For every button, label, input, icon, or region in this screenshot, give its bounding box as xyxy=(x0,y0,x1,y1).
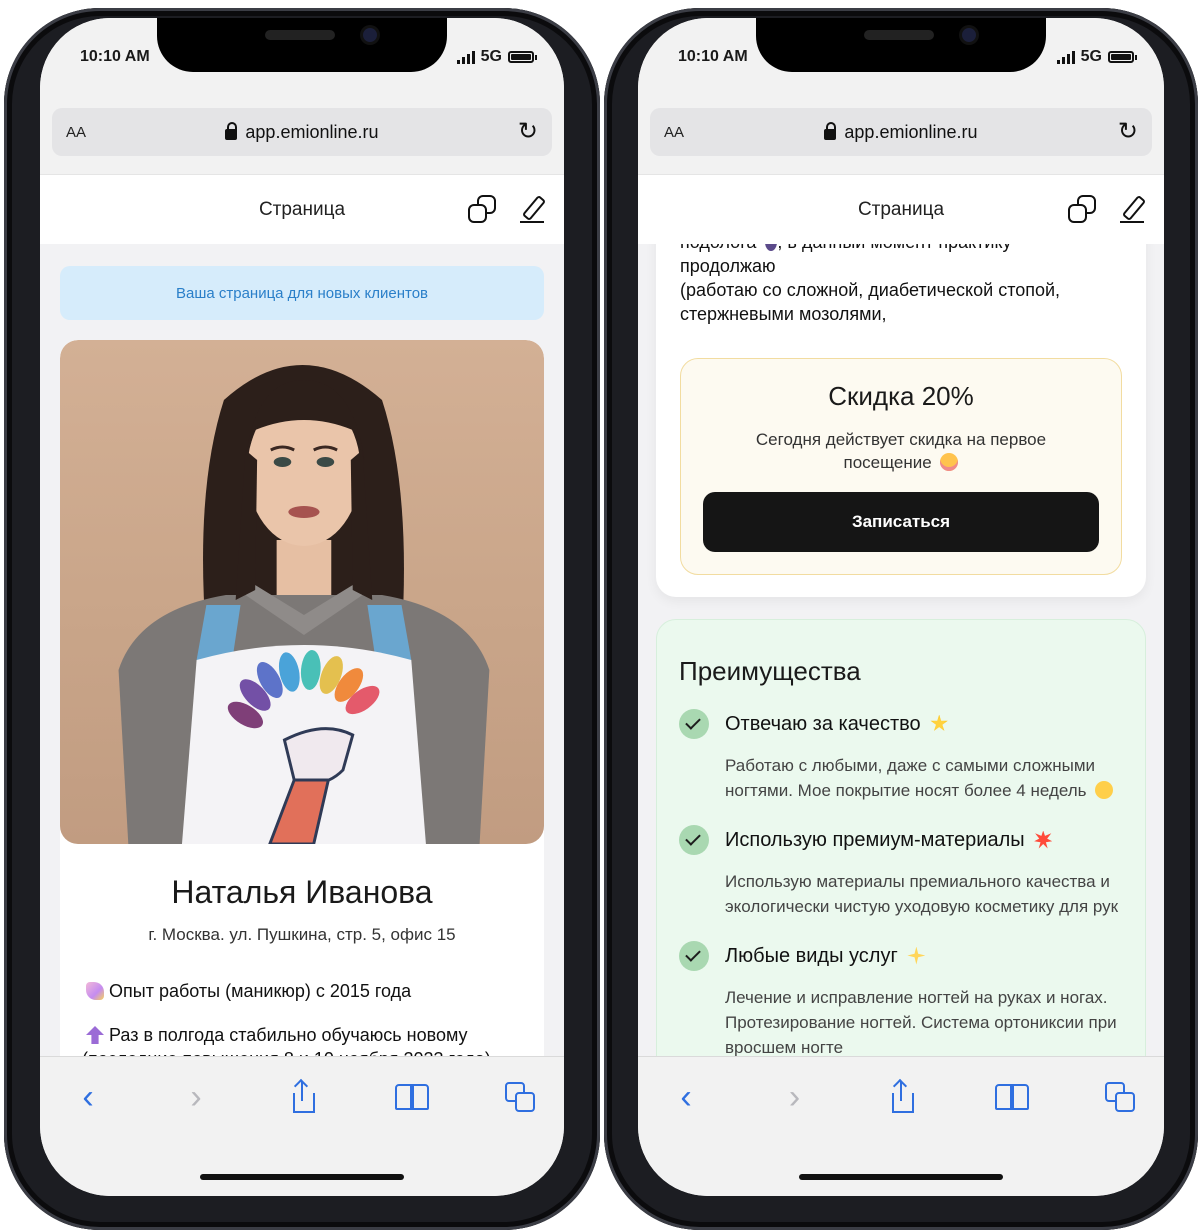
page-content-right: подолога , в данный момент практику прод… xyxy=(638,244,1164,1056)
phone-frame-right: 10:10 AM 5G AA app.emionline.ru ↻ Страни… xyxy=(604,8,1198,1230)
advantage-item: Любые виды услуг Лечение и исправление н… xyxy=(679,941,1123,1056)
advantage-title: Любые виды услуг xyxy=(725,945,926,968)
discount-title: Скидка 20% xyxy=(828,381,974,411)
tabs-button[interactable] xyxy=(502,1079,538,1115)
status-time: 10:10 AM xyxy=(80,48,150,65)
app-header: Страница xyxy=(40,174,564,244)
advantage-title: Использую премиум-материалы xyxy=(725,829,1053,852)
app-header: Страница xyxy=(638,174,1164,244)
discount-text: Сегодня действует скидка на первое посещ… xyxy=(755,430,1047,472)
tabs-button[interactable] xyxy=(1102,1079,1138,1115)
advantage-text: Использую материалы премиального качеств… xyxy=(725,872,1119,916)
bio-line: Раз в полгода стабильно обучаюсь новому … xyxy=(82,1023,522,1056)
bio-line: Опыт работы (маникюр) с 2015 года xyxy=(82,979,522,1003)
phone-screen-right: 10:10 AM 5G AA app.emionline.ru ↻ Страни… xyxy=(638,18,1164,1196)
network-label: 5G xyxy=(480,48,502,65)
notch xyxy=(157,18,447,72)
signal-icon xyxy=(456,50,475,64)
advantage-item: Отвечаю за качество Работаю с любыми, да… xyxy=(679,709,1123,803)
home-indicator[interactable] xyxy=(200,1174,404,1180)
browser-toolbar: ‹ › xyxy=(40,1056,564,1196)
new-clients-banner[interactable]: Ваша страница для новых клиентов xyxy=(60,266,544,320)
book-button[interactable]: Записаться xyxy=(703,492,1099,552)
reader-aa-button[interactable]: AA xyxy=(664,124,684,141)
url-text[interactable]: app.emionline.ru xyxy=(245,122,378,143)
share-icon xyxy=(891,1078,915,1113)
advantages-title: Преимущества xyxy=(679,656,861,686)
page-content-left: Ваша страница для новых клиентов Наталья… xyxy=(40,244,564,1056)
camera-icon xyxy=(962,28,976,42)
address-field[interactable]: AA app.emionline.ru ↻ xyxy=(52,108,552,156)
discount-box: Скидка 20% Сегодня действует скидка на п… xyxy=(680,358,1122,575)
chevron-left-icon[interactable]: ‹ xyxy=(668,1079,704,1115)
chevron-right-icon[interactable]: › xyxy=(178,1079,214,1115)
star-icon xyxy=(930,714,948,731)
browser-toolbar: ‹ › xyxy=(638,1056,1164,1196)
tabs-icon xyxy=(1105,1082,1135,1112)
share-icon xyxy=(292,1078,316,1113)
pencil-icon[interactable] xyxy=(520,195,546,223)
top-arrow-icon xyxy=(86,1026,104,1044)
advantage-text: Работаю с любыми, даже с самыми сложными… xyxy=(725,753,1123,803)
copy-icon[interactable] xyxy=(468,195,496,223)
tabs-icon xyxy=(505,1082,535,1112)
phone-screen-left: 10:10 AM 5G AA app.emionline.ru ↻ Страни… xyxy=(40,18,564,1196)
camera-icon xyxy=(363,28,377,42)
lock-icon xyxy=(824,121,837,140)
notch xyxy=(756,18,1046,72)
battery-icon xyxy=(1108,51,1137,63)
profile-card: Наталья Иванова г. Москва. ул. Пушкина, … xyxy=(60,340,544,1056)
profile-bio: Опыт работы (маникюр) с 2015 года Раз в … xyxy=(60,979,544,1056)
home-indicator[interactable] xyxy=(799,1174,1003,1180)
page-title: Страница xyxy=(258,198,346,220)
profile-name: Наталья Иванова xyxy=(171,874,433,910)
check-icon xyxy=(679,941,709,971)
nail-polish-icon xyxy=(86,982,104,1000)
url-text[interactable]: app.emionline.ru xyxy=(844,122,977,143)
book-icon xyxy=(395,1084,429,1110)
advantage-title: Отвечаю за качество xyxy=(725,713,948,736)
advantages-card: Преимущества Отвечаю за качество Работаю… xyxy=(656,619,1146,1056)
profile-card-bottom: подолога , в данный момент практику прод… xyxy=(656,244,1146,597)
smiling-hearts-icon xyxy=(940,453,959,471)
check-icon xyxy=(679,825,709,855)
share-button[interactable] xyxy=(286,1078,322,1115)
status-time: 10:10 AM xyxy=(678,48,748,65)
browser-url-bar: AA app.emionline.ru ↻ xyxy=(638,78,1164,174)
advantage-item: Использую премиум-материалы Использую ма… xyxy=(679,825,1123,919)
chevron-left-icon[interactable]: ‹ xyxy=(70,1079,106,1115)
smile-icon xyxy=(1095,781,1114,799)
reader-aa-button[interactable]: AA xyxy=(66,124,86,141)
chevron-right-icon[interactable]: › xyxy=(777,1079,813,1115)
network-label: 5G xyxy=(1080,48,1102,65)
sparkles-icon xyxy=(907,946,926,965)
collision-icon xyxy=(1034,830,1053,849)
bookmarks-button[interactable] xyxy=(394,1079,430,1115)
lock-icon xyxy=(225,121,238,140)
address-field[interactable]: AA app.emionline.ru ↻ xyxy=(650,108,1152,156)
reload-icon[interactable]: ↻ xyxy=(518,120,538,144)
bookmarks-button[interactable] xyxy=(994,1079,1030,1115)
advantage-text: Лечение и исправление ногтей на руках и … xyxy=(725,988,1117,1056)
profile-photo xyxy=(60,340,544,844)
reload-icon[interactable]: ↻ xyxy=(1118,120,1138,144)
check-icon xyxy=(679,709,709,739)
foot-icon xyxy=(765,244,778,251)
pencil-icon[interactable] xyxy=(1120,195,1146,223)
copy-icon[interactable] xyxy=(1068,195,1096,223)
book-icon xyxy=(994,1084,1029,1110)
profile-address: г. Москва. ул. Пушкина, стр. 5, офис 15 xyxy=(148,925,456,944)
browser-url-bar: AA app.emionline.ru ↻ xyxy=(40,78,564,174)
signal-icon xyxy=(1056,50,1075,64)
page-title: Страница xyxy=(857,198,945,220)
phone-frame-left: 10:10 AM 5G AA app.emionline.ru ↻ Страни… xyxy=(4,8,600,1230)
battery-icon xyxy=(508,51,537,63)
bio-continued: подолога , в данный момент практику прод… xyxy=(680,244,1122,326)
share-button[interactable] xyxy=(885,1078,921,1115)
